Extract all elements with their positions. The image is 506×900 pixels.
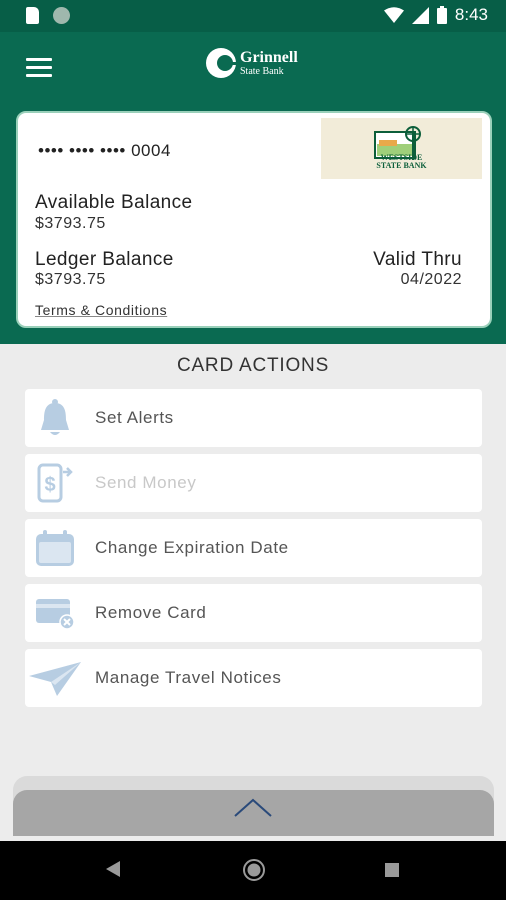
remove-card-label: Remove Card [95,603,207,622]
debit-card[interactable]: •••• •••• •••• 0004 WESTSIDE STATE BANK … [16,111,492,328]
available-balance-label: Available Balance [35,192,193,213]
available-balance-value: $3793.75 [35,215,106,232]
logo-subtitle: State Bank [240,65,284,77]
send-money-button[interactable]: $ Send Money [25,454,482,512]
status-bar: 8:43 [0,0,506,32]
phone-money-icon: $ [37,463,73,503]
ledger-balance-label: Ledger Balance [35,249,174,270]
send-money-label: Send Money [95,473,197,492]
card-bank-logo: WESTSIDE STATE BANK [321,118,482,179]
manage-travel-notices-button[interactable]: Manage Travel Notices [25,649,482,707]
back-icon[interactable] [104,859,122,879]
change-expiration-date-button[interactable]: Change Expiration Date [25,519,482,577]
remove-card-button[interactable]: Remove Card [25,584,482,642]
bank-logo: Grinnell State Bank [204,46,298,80]
calendar-icon [36,530,74,566]
app-bar: Grinnell State Bank [0,32,506,99]
set-alerts-label: Set Alerts [95,408,174,427]
system-nav-bar [0,841,506,900]
remove-card-icon [36,599,75,630]
wifi-icon [383,6,404,23]
change-expiration-date-label: Change Expiration Date [95,538,289,557]
sd-card-icon [26,7,39,24]
paper-plane-icon [29,662,81,696]
terms-conditions-link[interactable]: Terms & Conditions [35,302,167,318]
notification-dot-icon [53,7,70,24]
card-number: •••• •••• •••• 0004 [38,141,171,160]
ledger-balance-value: $3793.75 [35,271,106,288]
card-actions-title: CARD ACTIONS [176,355,330,376]
signal-icon [411,6,429,24]
chevron-up-icon[interactable] [233,796,273,820]
manage-travel-notices-label: Manage Travel Notices [95,668,282,687]
valid-thru-label: Valid Thru [373,249,462,270]
bell-icon [41,399,69,435]
logo-name: Grinnell [240,48,298,66]
bank-logo-mark-icon [206,48,238,78]
card-section: •••• •••• •••• 0004 WESTSIDE STATE BANK … [0,99,506,344]
set-alerts-button[interactable]: Set Alerts [25,389,482,447]
home-icon[interactable] [242,858,266,882]
hamburger-menu-icon[interactable] [26,58,52,78]
bottom-drawer-handle[interactable] [13,790,494,836]
battery-icon [436,6,447,24]
recents-icon[interactable] [384,862,400,878]
svg-text:$: $ [44,474,55,496]
card-bank-logo-text: WESTSIDE STATE BANK [376,152,427,170]
valid-thru-value: 04/2022 [400,271,462,288]
status-time: 8:43 [454,5,488,24]
